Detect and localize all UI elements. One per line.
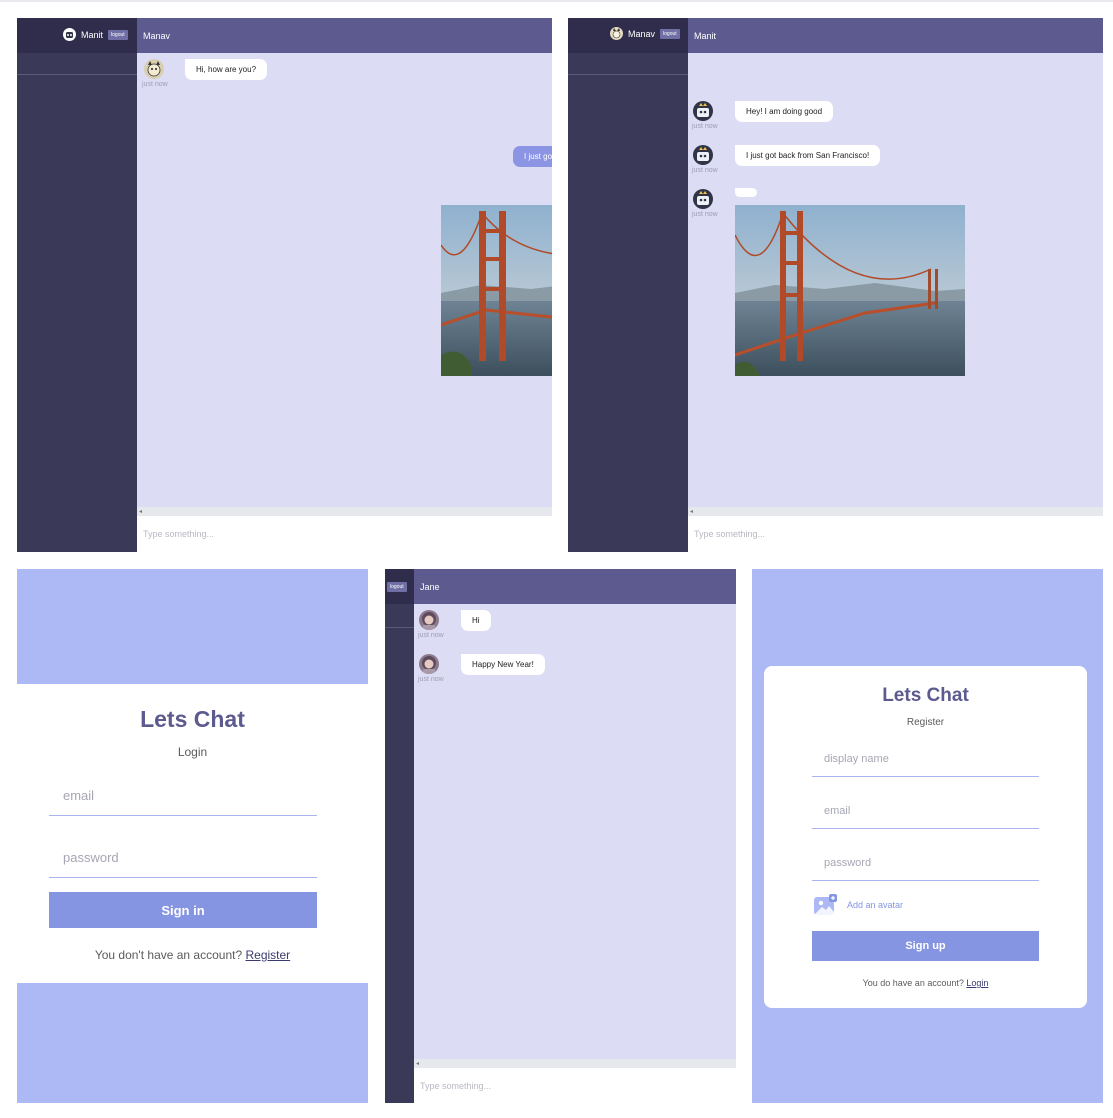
horizontal-scrollbar[interactable]: ◂ [414,1059,736,1068]
register-link[interactable]: Register [245,948,290,962]
login-screen: Lets Chat Login email password Sign in Y… [17,569,368,1103]
email-placeholder: email [824,804,851,817]
chat-header: Manav [137,18,552,53]
current-user: Manav logout [610,27,680,40]
current-user: Manit logout [63,28,128,41]
login-background-top [17,569,368,684]
sidebar-divider [17,74,137,75]
chat-header: Manit [688,18,1103,53]
scroll-left-icon[interactable]: ◂ [690,508,693,515]
password-field[interactable]: password [812,845,1039,881]
scroll-left-icon[interactable]: ◂ [416,1060,419,1067]
email-placeholder: email [63,788,95,803]
message-avatar [693,145,713,165]
sidebar: Manav logout [568,18,688,552]
scroll-left-icon[interactable]: ◂ [139,508,142,515]
message-time: just now [418,676,444,683]
sign-in-button[interactable]: Sign in [49,892,317,928]
message-bubble: Hi [461,610,491,631]
user-avatar-icon [63,28,76,41]
message-avatar [693,189,713,209]
sidebar-divider [385,627,414,628]
password-placeholder: password [63,849,119,865]
message-bubble: Happy New Year! [461,654,545,675]
logout-button[interactable]: logout [108,29,128,40]
chat-screen-manav: Manav logout Manit just now Hey! I am do… [568,18,1103,552]
chat-header: Jane [414,569,736,604]
add-avatar-label: Add an avatar [847,900,904,910]
register-screen: Lets Chat Register display name email pa… [752,569,1103,1103]
sidebar-divider [568,74,688,75]
password-field[interactable]: password [49,837,317,878]
message-bubble: I just got back from San Francisco! [735,145,881,166]
display-name-placeholder: display name [824,752,889,765]
logout-button[interactable]: logout [387,582,407,592]
current-user-name: Manav [628,28,656,39]
form-subtitle: Register [906,717,945,728]
golden-gate-photo[interactable] [441,205,552,376]
sidebar-navbar: logout [385,569,414,604]
message-time: just now [142,81,168,88]
login-prompt-text: You do have an account? [862,978,964,988]
robot-avatar-icon [697,103,709,117]
message-bubble: Hi, how are you? [185,59,268,80]
message-input[interactable]: Type something... [414,1068,736,1103]
login-prompt: You do have an account? Login [764,978,1087,988]
form-subtitle: Login [177,745,208,759]
message-avatar [419,654,439,674]
empty-message-bubble [735,188,757,197]
robot-avatar-icon [697,147,709,161]
cat-avatar-icon [147,61,161,77]
girl-avatar-icon [422,612,436,630]
chat-partner-name: Manav [143,30,171,41]
image-add-icon [814,894,837,915]
message-time: just now [692,167,718,174]
current-user-name: Manit [81,29,104,40]
password-placeholder: password [824,856,872,869]
user-avatar-icon [610,27,623,40]
chat-screen-manit: Manit logout Manav just now Hi, how are … [17,18,552,552]
sidebar-navbar: Manav logout [568,18,688,53]
add-avatar-control[interactable]: Add an avatar [814,894,903,916]
email-field[interactable]: email [812,793,1039,829]
app-title: Lets Chat [140,706,245,732]
login-form: Lets Chat Login email password Sign in Y… [17,684,368,983]
login-link[interactable]: Login [966,978,988,988]
message-avatar [693,101,713,121]
display-name-field[interactable]: display name [812,741,1039,777]
chat-partner-name: Manit [694,30,717,41]
sign-up-button[interactable]: Sign up [812,931,1039,961]
robot-avatar-icon [697,191,709,205]
sidebar: Manit logout [17,18,137,552]
messages-area[interactable]: just now Hi just now Happy New Year! [414,604,736,1059]
horizontal-scrollbar[interactable]: ◂ [688,507,1103,516]
message-avatar [144,59,164,79]
message-time: just now [692,211,718,218]
message-input[interactable]: Type something... [137,516,552,552]
message-time: just now [692,123,718,130]
logout-button[interactable]: logout [660,28,680,39]
own-message-bubble: I just got back from San Francisco! [513,146,552,167]
register-prompt: You don't have an account? Register [17,948,368,962]
message-input[interactable]: Type something... [688,516,1103,552]
horizontal-scrollbar[interactable]: ◂ [137,507,552,516]
messages-area[interactable]: just now Hey! I am doing good just now I… [688,53,1103,507]
messages-area[interactable]: just now Hi, how are you? I just got bac… [137,53,552,507]
top-divider [0,0,1113,2]
sidebar-navbar: Manit logout [17,18,137,53]
message-bubble: Hey! I am doing good [735,101,834,122]
girl-avatar-icon [422,656,436,674]
message-time: just now [418,632,444,639]
chat-screen-jane: logout Jane just now Hi just now Happy N… [385,569,736,1103]
login-background-bottom [17,983,368,1103]
message-avatar [419,610,439,630]
golden-gate-photo[interactable] [735,205,965,376]
register-form: Lets Chat Register display name email pa… [764,666,1087,1008]
app-title: Lets Chat [882,685,969,706]
sidebar: logout [385,569,414,1103]
chat-partner-name: Jane [420,581,440,592]
register-prompt-text: You don't have an account? [94,948,243,962]
email-field[interactable]: email [49,776,317,816]
